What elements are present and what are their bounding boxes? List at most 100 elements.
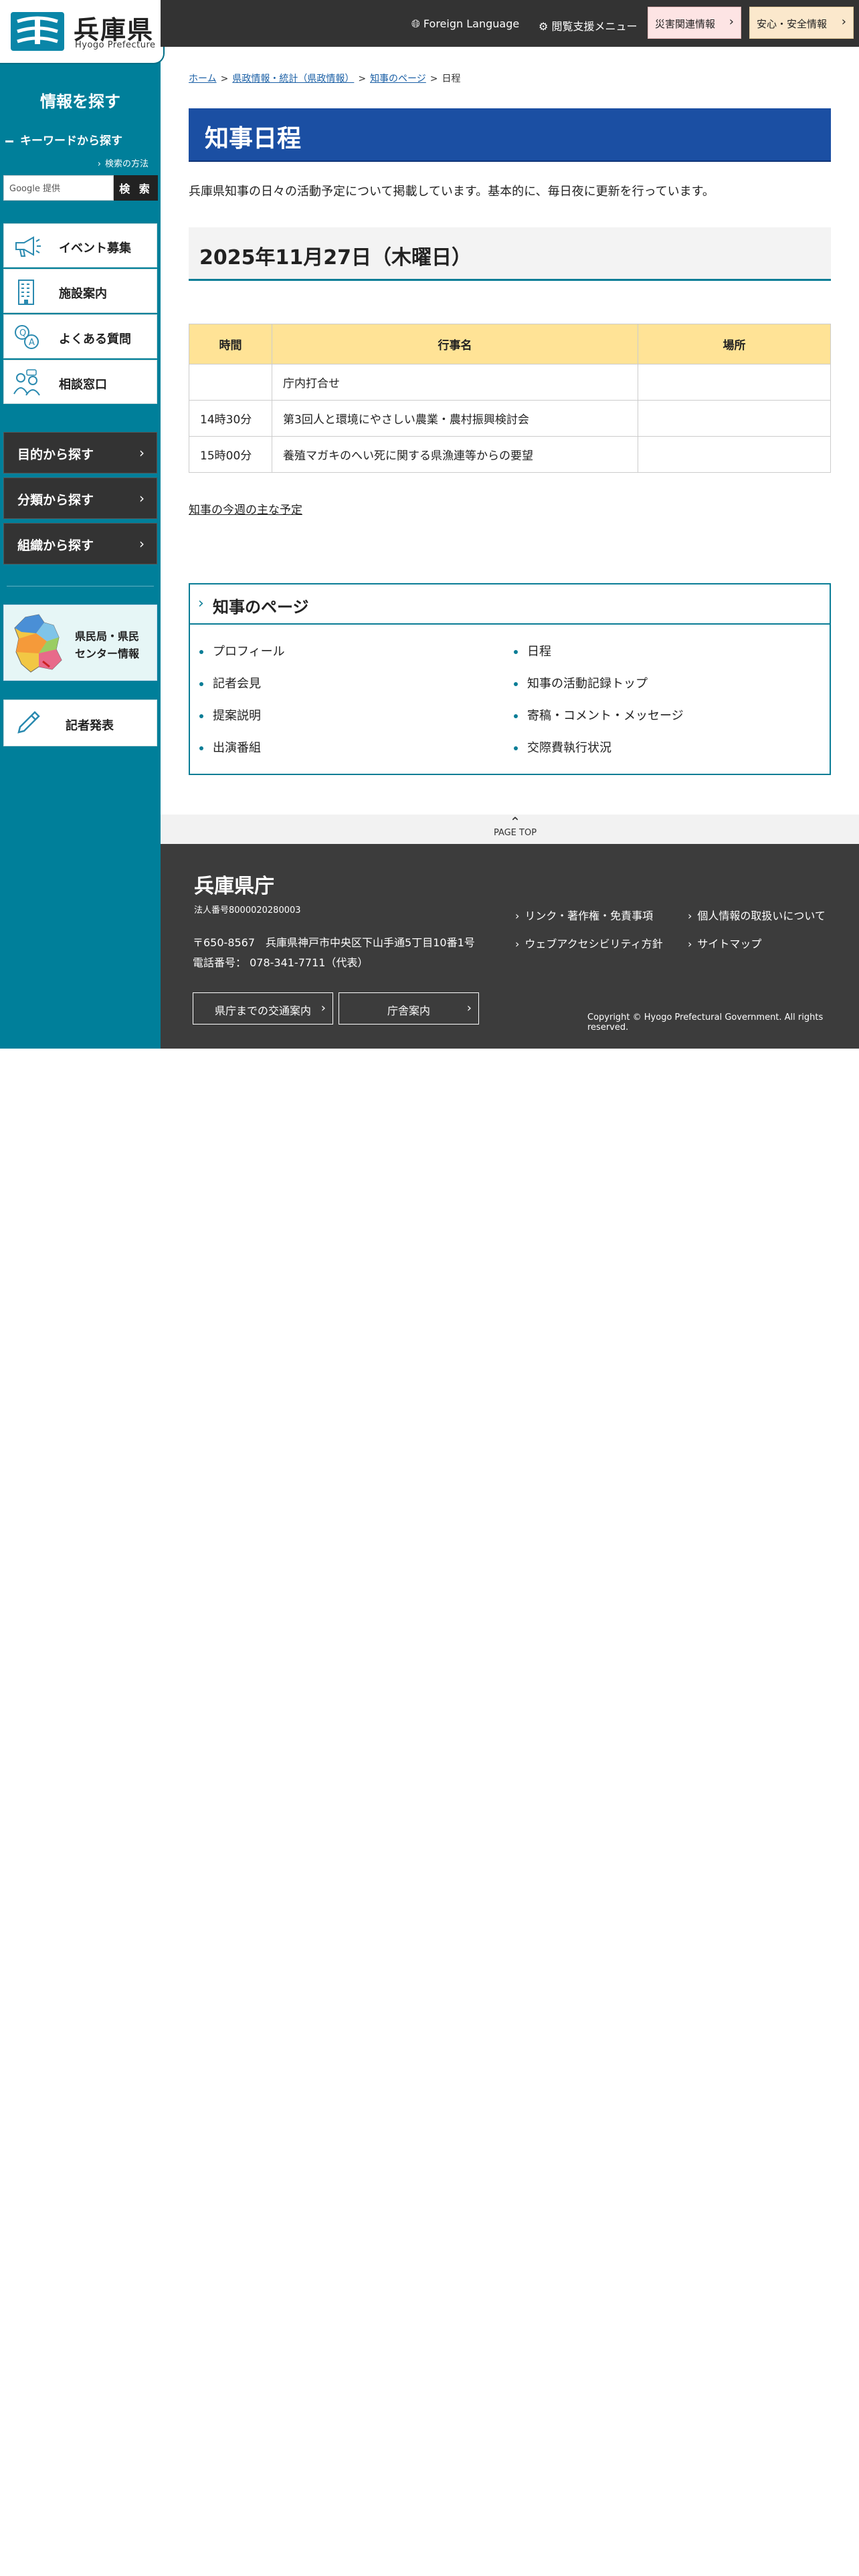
building-icon — [18, 280, 34, 305]
keyword-search-text: キーワードから探す — [20, 134, 122, 148]
governor-link-press-conference[interactable]: 記者会見 — [199, 674, 261, 691]
governor-box-title: 知事のページ — [213, 598, 309, 617]
search-help-text: 検索の方法 — [104, 159, 149, 169]
breadcrumb-separator: > — [220, 74, 229, 84]
footer-link-accessibility[interactable]: › ウェブアクセシビリティ方針 — [515, 935, 663, 951]
chevron-right-icon: › — [139, 536, 145, 552]
svg-text:A: A — [29, 338, 35, 348]
safety-info-button[interactable]: 安心・安全情報 › — [749, 7, 854, 39]
bullet-icon — [199, 650, 203, 654]
sidebar-category-label: 目的から探す — [17, 447, 94, 462]
bullet-icon — [514, 746, 518, 750]
chevron-right-icon: › — [841, 15, 846, 29]
access-guide-label: 県庁までの交通案内 — [214, 1004, 311, 1017]
regional-center-banner[interactable]: 県民局・県民 センター情報 — [3, 605, 157, 681]
footer-link-privacy[interactable]: › 個人情報の取扱いについて — [688, 907, 826, 923]
sidebar-item-label: イベント募集 — [59, 241, 131, 255]
sidebar-item-consultation[interactable]: 相談窓口 — [3, 360, 157, 404]
governor-link-messages[interactable]: 寄稿・コメント・メッセージ — [514, 706, 684, 724]
governor-link-expenses[interactable]: 交際費執行状況 — [514, 738, 611, 756]
cell-event: 第3回人と環境にやさしい農業・農村振興検討会 — [272, 400, 638, 437]
governor-link-label: 寄稿・コメント・メッセージ — [527, 709, 684, 723]
disaster-info-label: 災害関連情報 — [655, 18, 716, 30]
disaster-info-button[interactable]: 災害関連情報 › — [648, 7, 741, 39]
sidebar-item-by-purpose[interactable]: 目的から探す › — [3, 432, 157, 473]
cell-time: 15時00分 — [189, 436, 272, 473]
foreign-language-label: Foreign Language — [423, 17, 520, 30]
governor-box-header[interactable]: › 知事のページ — [190, 584, 830, 625]
chevron-right-icon: › — [139, 490, 145, 506]
chevron-right-icon: › — [515, 909, 520, 922]
breadcrumb-home[interactable]: ホーム — [189, 74, 217, 84]
governor-link-profile[interactable]: プロフィール — [199, 642, 285, 659]
bullet-icon — [199, 714, 203, 718]
governor-link-programs[interactable]: 出演番組 — [199, 738, 261, 756]
bullet-icon — [199, 746, 203, 750]
cell-event: 庁内打合せ — [272, 364, 638, 401]
access-guide-button[interactable]: 県庁までの交通案内 › — [193, 992, 333, 1025]
breadcrumb-stats[interactable]: 県政情報・統計（県政情報） — [232, 74, 354, 84]
cell-place — [638, 400, 831, 437]
sidebar-category-label: 組織から探す — [17, 538, 94, 553]
building-guide-button[interactable]: 庁舎案内 › — [339, 992, 479, 1025]
footer-link-label: リンク・著作権・免責事項 — [524, 909, 654, 922]
table-row: 15時00分 養殖マガキのへい死に関する県漁連等からの要望 — [189, 436, 831, 473]
sidebar: 兵庫県 Hyogo Prefecture 情報を探す キーワードから探す › 検索… — [0, 0, 165, 1049]
press-release-link[interactable]: 記者発表 — [3, 700, 157, 746]
chevron-right-icon: › — [688, 938, 692, 950]
prefecture-map-icon — [14, 614, 62, 673]
keyword-search-label: キーワードから探す — [5, 131, 122, 148]
building-guide-label: 庁舎案内 — [387, 1004, 430, 1017]
page-top-bar: ⌃ PAGE TOP — [161, 815, 859, 844]
consultation-icon — [13, 369, 40, 396]
table-row: 14時30分 第3回人と環境にやさしい農業・農村振興検討会 — [189, 400, 831, 437]
sidebar-item-by-category[interactable]: 分類から探す › — [3, 477, 157, 519]
search-button[interactable]: 検 索 — [114, 175, 158, 201]
dash-icon — [5, 140, 13, 142]
governor-link-schedule[interactable]: 日程 — [514, 642, 551, 659]
search-help-link[interactable]: › 検索の方法 — [98, 156, 149, 169]
breadcrumb-separator: > — [358, 74, 367, 84]
cell-event: 養殖マガキのへい死に関する県漁連等からの要望 — [272, 436, 638, 473]
weekly-schedule-link[interactable]: 知事の今週の主な予定 — [189, 500, 302, 517]
sidebar-item-label: よくある質問 — [59, 332, 131, 346]
sidebar-item-by-organization[interactable]: 組織から探す › — [3, 523, 157, 564]
cell-place — [638, 436, 831, 473]
sidebar-item-faq[interactable]: Q A よくある質問 — [3, 314, 157, 358]
table-header-row: 時間 行事名 場所 — [189, 324, 831, 364]
regional-center-text: 県民局・県民 センター情報 — [75, 628, 139, 663]
qa-icon: Q A — [15, 325, 39, 349]
logo-subtitle: Hyogo Prefecture — [75, 40, 156, 50]
page-top-button[interactable]: ⌃ PAGE TOP — [488, 815, 542, 838]
footer-link-sitemap[interactable]: › サイトマップ — [688, 935, 761, 951]
date-heading: 2025年11月27日（木曜日） — [189, 227, 831, 281]
search-input[interactable]: Google 提供 — [3, 175, 114, 201]
chevron-right-icon: › — [198, 595, 204, 612]
svg-text:Q: Q — [19, 328, 26, 338]
assist-menu-button[interactable]: ⚙ 閲覧支援メニュー — [539, 17, 637, 33]
press-release-label: 記者発表 — [66, 719, 114, 733]
bullet-icon — [199, 682, 203, 686]
chevron-right-icon: › — [320, 1001, 326, 1015]
governor-link-label: 知事の活動記録トップ — [527, 677, 648, 691]
governor-link-activity-top[interactable]: 知事の活動記録トップ — [514, 674, 648, 691]
footer-corp-number: 法人番号8000020280003 — [194, 905, 301, 916]
governor-link-label: 交際費執行状況 — [527, 741, 611, 755]
breadcrumb-current: 日程 — [442, 74, 461, 84]
sidebar-item-events[interactable]: イベント募集 — [3, 223, 157, 267]
site-logo[interactable]: 兵庫県 Hyogo Prefecture — [0, 0, 165, 64]
bullet-icon — [514, 682, 518, 686]
gear-icon: ⚙ — [539, 20, 549, 33]
governor-link-proposal[interactable]: 提案説明 — [199, 706, 261, 724]
regional-center-line2: センター情報 — [75, 647, 140, 660]
chevron-right-icon: › — [515, 938, 520, 950]
sidebar-category-label: 分類から探す — [17, 493, 94, 508]
chevron-right-icon: › — [729, 15, 734, 29]
sidebar-item-facilities[interactable]: 施設案内 — [3, 269, 157, 313]
footer-link-copyright[interactable]: › リンク・著作権・免責事項 — [515, 907, 653, 923]
breadcrumb-governor[interactable]: 知事のページ — [370, 74, 426, 84]
regional-center-line1: 県民局・県民 — [75, 630, 140, 643]
foreign-language-link[interactable]: 🌐︎ Foreign Language — [411, 17, 519, 31]
footer-link-label: ウェブアクセシビリティ方針 — [524, 938, 663, 950]
footer-link-label: 個人情報の取扱いについて — [697, 909, 826, 922]
